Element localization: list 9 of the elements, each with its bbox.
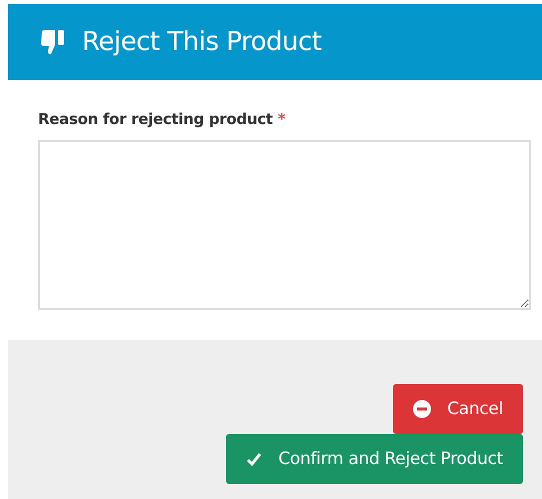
confirm-button[interactable]: Confirm and Reject Product bbox=[226, 434, 523, 484]
required-mark: * bbox=[278, 110, 286, 128]
dialog-title: Reject This Product bbox=[82, 27, 322, 57]
minus-circle-icon bbox=[413, 400, 432, 418]
thumbs-down-icon bbox=[40, 28, 66, 56]
reason-textarea[interactable] bbox=[38, 140, 531, 310]
check-icon bbox=[246, 451, 262, 467]
cancel-button[interactable]: Cancel bbox=[393, 384, 523, 434]
label-text: Reason for rejecting product bbox=[38, 110, 273, 128]
